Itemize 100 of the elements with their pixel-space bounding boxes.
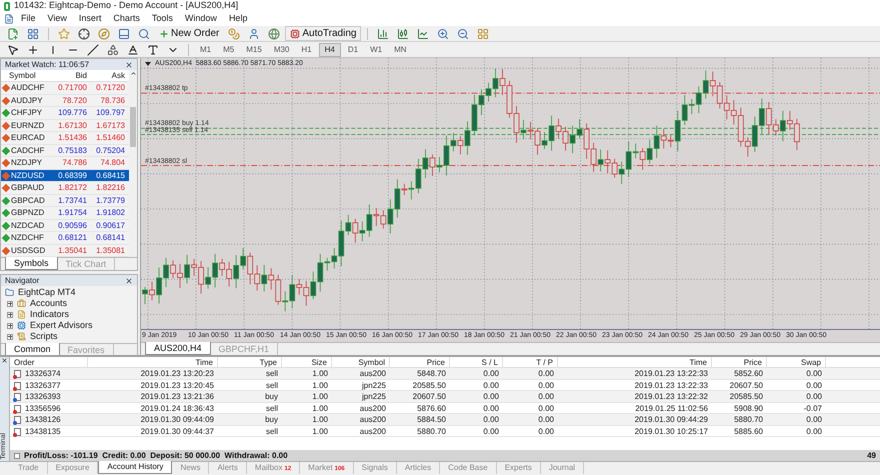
ask-price: 0.68415 [95,170,126,182]
collapse-icon[interactable] [14,452,20,458]
table-cell-text: 2019.01.25 11:02:56 [634,402,709,414]
bid-price: 78.720 [62,94,88,106]
dropdown-caret-icon[interactable] [145,62,151,66]
table-cell-text: 0.00 [537,368,555,380]
symbol-row[interactable]: CADCHF 0.75183 0.75204 [1,144,129,157]
symbol-name: NZDCHF [11,232,44,244]
expand-icon[interactable] [7,322,13,328]
table-cell-text: 5884.50 [416,414,447,426]
bid-price: 0.71700 [57,82,88,94]
timeframe-button[interactable]: H4 [318,42,341,56]
symbol-row[interactable]: GBPAUD 1.82172 1.82216 [1,182,129,194]
table-cell-text: 2019.01.30 10:25:17 [634,426,709,438]
menu-item[interactable]: Help [224,12,252,26]
expand-icon[interactable] [7,334,13,340]
timeframe-button[interactable]: M1 [195,42,216,56]
timeframe-button[interactable]: H1 [296,42,317,56]
terminal-tab[interactable]: Account History [98,461,172,474]
table-cell-text: sell [264,426,279,438]
column-header: Bid [74,70,88,82]
tree-item[interactable]: Accounts [30,296,68,310]
table-cell-text: 0.00 [805,368,823,380]
table-cell-text: 0.00 [537,402,555,414]
scrollbar[interactable] [129,70,137,257]
bid-price: 74.786 [62,157,88,169]
script-icon [17,332,26,341]
close-icon[interactable] [125,276,133,284]
ask-price: 0.75204 [95,144,126,156]
symbol-name: GBPAUD [11,182,44,194]
expand-icon[interactable] [7,312,13,318]
symbol-row[interactable]: NZDJPY 74.786 74.804 [1,157,129,170]
table-cell-text: 5852.60 [733,368,764,380]
symbol-row[interactable]: NZDCHF 0.68121 0.68141 [1,232,129,244]
symbol-row[interactable]: AUDCHF 0.71700 0.71720 [1,82,129,94]
symbol-name: AUDJPY [11,94,43,106]
tree-item[interactable]: Scripts [30,330,58,344]
table-cell-text: 0.00 [805,391,823,403]
ask-price: 74.804 [100,157,126,169]
table-cell: 13438126 [25,414,61,426]
expand-icon[interactable] [7,300,13,306]
bid-price: 0.90596 [57,220,88,232]
scroll-up-icon[interactable] [130,70,136,77]
timeframe-button[interactable]: M5 [218,42,240,56]
close-icon[interactable] [125,60,133,68]
autotrading-button[interactable]: AutoTrading [285,26,362,41]
table-cell-text: 1.00 [311,414,329,426]
table-cell-text: 2019.01.23 13:22:33 [634,368,709,380]
table-cell-text: 0.00 [482,402,500,414]
timeframe-button[interactable]: D1 [342,42,364,56]
table-cell-text: sell [264,368,279,380]
timeframe-button[interactable]: M15 [241,42,267,56]
symbol-row[interactable]: USDSGD 1.35041 1.35081 [1,244,129,257]
table-cell: 13438135 [25,426,61,438]
tree-item[interactable]: EightCap MT4 [18,286,76,300]
symbol-row[interactable]: GBPNZD 1.91754 1.91802 [1,207,129,220]
table-cell-text: aus200 [358,426,387,438]
table-cell-text: 0.00 [482,391,500,403]
table-cell-text: 0.00 [805,426,823,438]
chart-tab[interactable]: AUS200,H4 [145,342,211,355]
table-cell-text: 0.00 [482,368,500,380]
symbol-row[interactable]: GBPCAD 1.73741 1.73779 [1,194,129,207]
timeframe-button[interactable]: W1 [365,42,388,56]
symbol-row[interactable]: EURNZD 1.67130 1.67173 [1,120,129,132]
symbol-name: CADCHF [11,144,44,156]
menu-item[interactable]: File [16,12,41,26]
panel-title: Navigator [5,274,40,286]
window-title: 101432: Eightcap-Demo - Demo Account - [AUS200,H4] [14,0,238,12]
timeframe-button[interactable]: M30 [268,42,294,56]
close-icon[interactable] [1,357,8,364]
bid-price: 0.75183 [57,144,88,156]
symbol-row[interactable]: NZDCAD 0.90596 0.90617 [1,220,129,232]
symbol-name: EURNZD [11,120,44,132]
timeframe-button[interactable]: MN [389,42,412,56]
menu-item[interactable]: Tools [146,12,178,26]
symbol-row[interactable]: AUDJPY 78.720 78.736 [1,94,129,107]
panel-tab[interactable]: Common [5,343,60,356]
ask-price: 1.82216 [95,182,126,194]
ask-price: 1.91802 [95,207,126,219]
table-cell-text: 2019.01.30 09:44:09 [140,414,215,426]
new-order-button[interactable]: New Order [155,26,224,41]
document-menu-icon[interactable] [4,14,14,24]
tree-item[interactable]: Expert Advisors [30,318,93,332]
ask-price: 109.797 [95,107,126,119]
menu-item[interactable]: Charts [108,12,145,26]
menu-item[interactable]: Insert [74,12,106,26]
symbol-row[interactable]: EURCAD 1.51436 1.51460 [1,132,129,144]
symbol-name: GBPNZD [11,207,44,219]
symbol-row[interactable]: CHFJPY 109.776 109.797 [1,107,129,120]
symbol-row[interactable]: NZDUSD 0.68399 0.68415 [1,170,129,182]
table-cell-text: 0.00 [482,380,500,392]
table-cell-text: sell [264,402,279,414]
table-cell-text: 1.00 [311,380,329,392]
table-cell-text: 5880.70 [416,426,447,438]
panel-tab[interactable]: Symbols [5,257,58,270]
menu-item[interactable]: View [42,12,72,26]
table-cell: 13326393 [25,391,61,403]
scroll-thumb[interactable] [130,107,136,147]
tree-item[interactable]: Indicators [30,308,70,322]
menu-item[interactable]: Window [180,12,222,26]
